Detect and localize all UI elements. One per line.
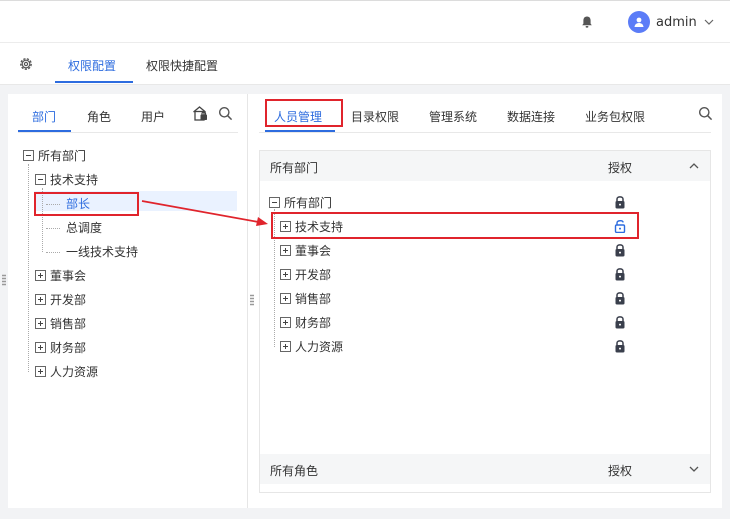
expand-icon[interactable] [35, 341, 46, 353]
tree-node-label: 人力资源 [295, 339, 344, 354]
collapse-icon[interactable] [269, 196, 280, 208]
left-pane: 部门 角色 用户 所有部门 技术支持 部长 总调度 一线技术支持 董事会 开发部… [8, 94, 248, 508]
tree-node-sales[interactable]: 销售部 [35, 314, 86, 332]
resize-handle[interactable] [2, 274, 6, 286]
sub-nav: 权限配置 权限快捷配置 [0, 43, 730, 85]
tree-node-frontline-support[interactable]: 一线技术支持 [66, 242, 138, 260]
tree-node-label: 销售部 [295, 291, 332, 306]
highlight-box-personnel-tab [265, 99, 343, 127]
tab-role[interactable]: 角色 [87, 108, 111, 125]
tree-node-label: 开发部 [50, 292, 87, 307]
main-content: 部门 角色 用户 所有部门 技术支持 部长 总调度 一线技术支持 董事会 开发部… [2, 94, 722, 508]
active-tab-indicator [55, 81, 133, 83]
tree-node-label: 董事会 [295, 243, 332, 258]
tree-node-label: 所有部门 [284, 195, 333, 210]
gear-icon[interactable] [18, 56, 34, 72]
tree-node-dispatch[interactable]: 总调度 [66, 218, 102, 236]
tree-node-label: 财务部 [50, 340, 87, 355]
tree-node-label: 所有部门 [38, 148, 87, 163]
expand-icon[interactable] [35, 293, 46, 305]
right-pane: 人员管理 目录权限 管理系统 数据连接 业务包权限 所有部门 授权 所有部门 技… [249, 94, 722, 508]
lock-icon[interactable] [614, 195, 626, 209]
role-panel-title: 所有角色 [270, 464, 319, 478]
expand-icon[interactable] [280, 292, 291, 304]
tab-divider [18, 132, 238, 133]
tab-permission-config[interactable]: 权限配置 [68, 57, 116, 74]
chevron-down-icon[interactable] [688, 463, 700, 475]
tree-node-board[interactable]: 董事会 [35, 266, 86, 284]
highlight-box-tech-support [271, 212, 639, 239]
permission-panel: 所有部门 授权 所有部门 技术支持 董事会 开发部 销售部 财务部 人力资源 所… [259, 150, 711, 493]
tab-department[interactable]: 部门 [32, 108, 56, 125]
role-auth-label: 授权 [608, 464, 633, 478]
tree-node-label: 技术支持 [50, 172, 99, 187]
tree-node-label: 开发部 [295, 267, 332, 282]
active-tab-indicator [265, 130, 335, 132]
chevron-up-icon[interactable] [688, 160, 700, 172]
lock-icon[interactable] [614, 243, 626, 257]
lock-icon[interactable] [614, 339, 626, 353]
tree-node-label: 销售部 [50, 316, 87, 331]
perm-tree-dev[interactable]: 开发部 [280, 265, 331, 283]
collapse-icon[interactable] [35, 173, 46, 185]
tree-node-label: 财务部 [295, 315, 332, 330]
username: admin [656, 14, 697, 30]
tab-data-connection[interactable]: 数据连接 [507, 108, 555, 125]
user-menu[interactable]: admin [628, 11, 715, 33]
avatar [628, 11, 650, 33]
collapse-icon[interactable] [23, 149, 34, 161]
expand-icon[interactable] [280, 244, 291, 256]
tab-directory-permission[interactable]: 目录权限 [351, 108, 399, 125]
perm-tree-finance[interactable]: 财务部 [280, 313, 331, 331]
tree-guide-line [28, 164, 29, 372]
tree-node-label: 总调度 [66, 220, 103, 235]
perm-tree-root[interactable]: 所有部门 [269, 193, 332, 211]
dept-panel-header[interactable]: 所有部门 授权 [260, 151, 710, 181]
dept-auth-label: 授权 [608, 161, 633, 175]
active-tab-indicator [18, 130, 71, 132]
tree-guide-line [46, 252, 60, 253]
dept-panel-title: 所有部门 [270, 161, 319, 175]
building-lock-icon[interactable] [192, 105, 209, 122]
search-icon[interactable] [698, 106, 713, 121]
perm-tree-hr[interactable]: 人力资源 [280, 337, 343, 355]
expand-icon[interactable] [35, 269, 46, 281]
tree-node-label: 董事会 [50, 268, 87, 283]
highlight-box-director [34, 192, 139, 216]
expand-icon[interactable] [35, 317, 46, 329]
tab-management-system[interactable]: 管理系统 [429, 108, 477, 125]
tree-node-root[interactable]: 所有部门 [23, 146, 86, 164]
expand-icon[interactable] [280, 340, 291, 352]
tree-guide-line [46, 228, 60, 229]
tab-divider [259, 132, 711, 133]
tree-node-label: 人力资源 [50, 364, 99, 379]
lock-icon[interactable] [614, 291, 626, 305]
tree-node-label: 一线技术支持 [66, 244, 139, 259]
tab-user[interactable]: 用户 [141, 108, 165, 125]
bell-icon[interactable] [580, 15, 594, 29]
tree-node-finance[interactable]: 财务部 [35, 338, 86, 356]
chevron-down-icon [704, 19, 714, 25]
tab-business-package-permission[interactable]: 业务包权限 [585, 108, 645, 125]
expand-icon[interactable] [35, 365, 46, 377]
perm-tree-board[interactable]: 董事会 [280, 241, 331, 259]
tree-node-tech-support[interactable]: 技术支持 [35, 170, 98, 188]
lock-icon[interactable] [614, 267, 626, 281]
expand-icon[interactable] [280, 268, 291, 280]
perm-tree-sales[interactable]: 销售部 [280, 289, 331, 307]
role-panel-header[interactable]: 所有角色 授权 [260, 454, 710, 484]
expand-icon[interactable] [280, 316, 291, 328]
lock-icon[interactable] [614, 315, 626, 329]
top-bar: admin [0, 0, 730, 43]
search-icon[interactable] [218, 106, 233, 121]
tab-quick-permission-config[interactable]: 权限快捷配置 [146, 57, 218, 74]
tree-node-hr[interactable]: 人力资源 [35, 362, 98, 380]
tree-node-dev[interactable]: 开发部 [35, 290, 86, 308]
